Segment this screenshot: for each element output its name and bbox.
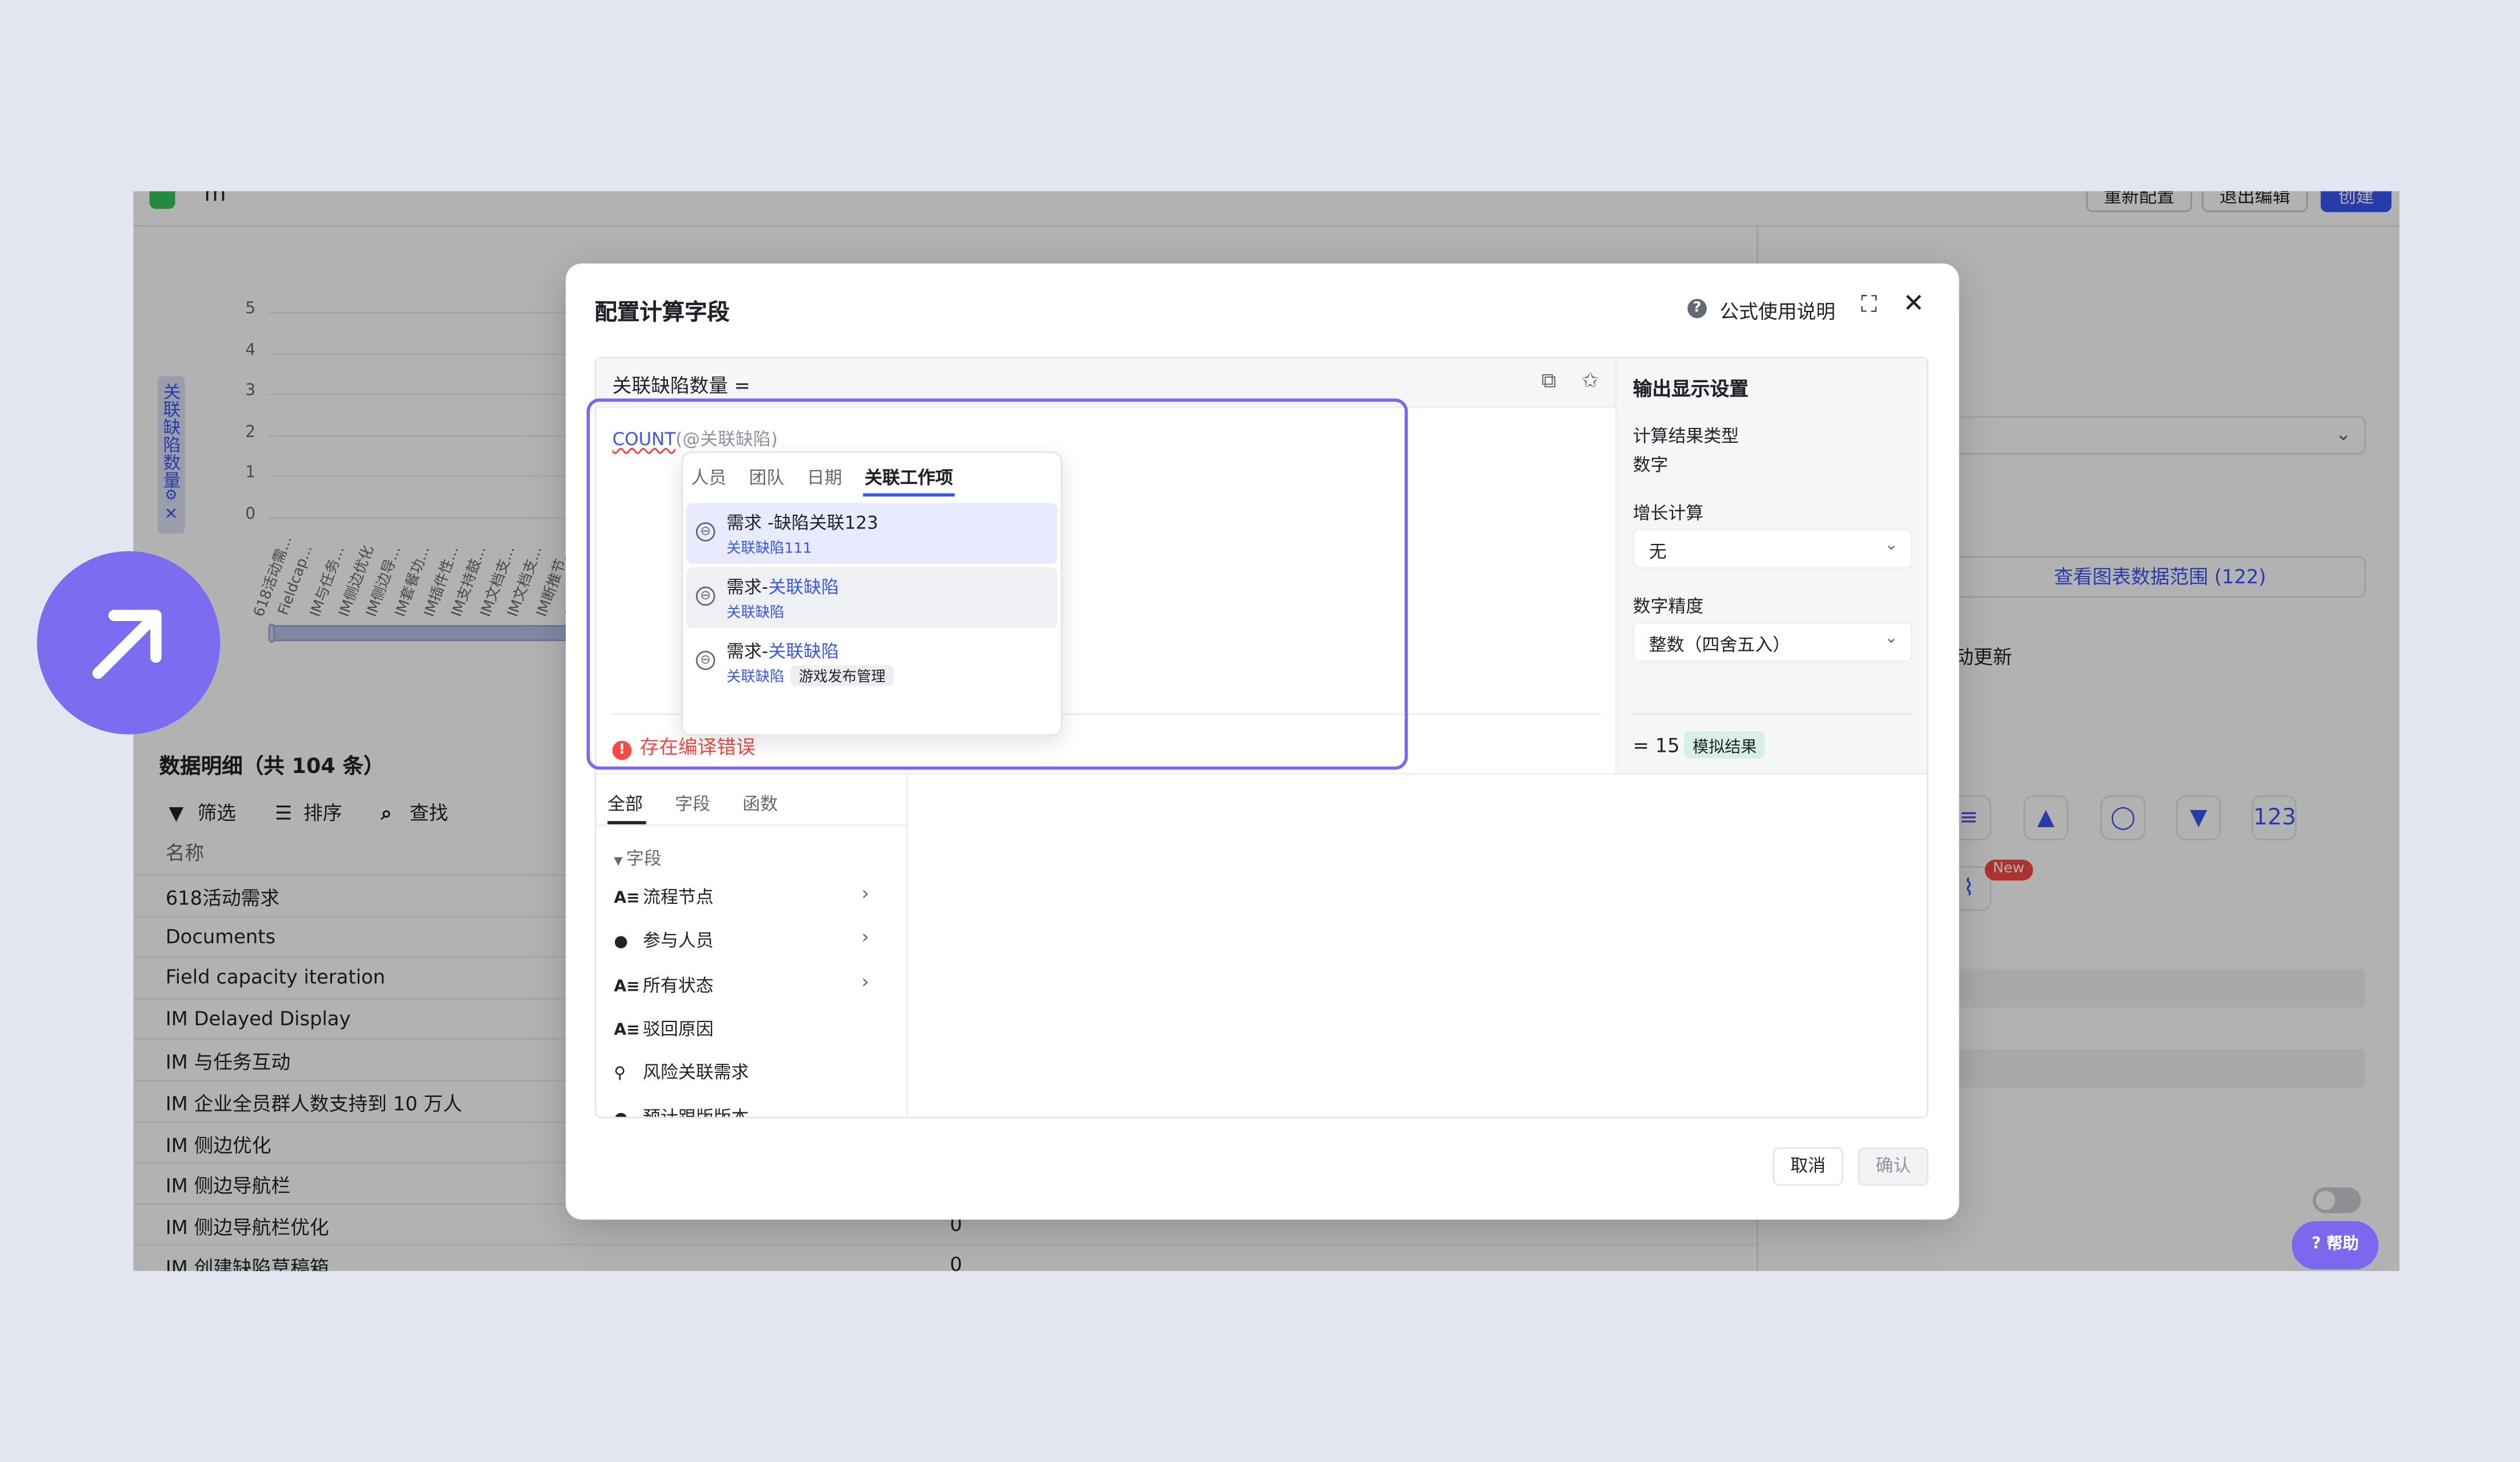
simulated-result: = 15 模拟结果 <box>1633 731 1765 759</box>
field-label: 预计跟版版本 <box>643 1106 749 1117</box>
field-label: 所有状态 <box>643 975 714 996</box>
person-icon: ● <box>614 934 628 952</box>
chevron-right-icon[interactable]: › <box>862 882 870 904</box>
growth-label: 增长计算 <box>1633 503 1704 524</box>
column-separator <box>906 774 909 1117</box>
cancel-button[interactable]: 取消 <box>1773 1147 1843 1186</box>
precision-select[interactable]: 整数（四舍五入） ⌄ <box>1633 622 1913 662</box>
field-item[interactable]: A≡ 所有状态 <box>614 971 713 997</box>
text-field-icon: A≡ <box>614 890 640 908</box>
result-type-label: 计算结果类型 <box>1633 426 1739 447</box>
person-icon: ● <box>614 1109 643 1117</box>
stage: m 重新配置 退出编辑 创建 关联缺陷数量 ⚙ ✕ 5 4 3 2 1 0 618活动需..… <box>0 0 2520 1462</box>
field-item[interactable]: A≡ 流程节点 <box>614 884 713 910</box>
field-item[interactable]: A≡ 驳回原因 <box>614 1015 713 1041</box>
field-item[interactable]: ●预计跟版版本 <box>614 1103 749 1117</box>
text-field-icon: A≡ <box>614 978 640 996</box>
field-label: 参与人员 <box>643 931 714 952</box>
close-icon[interactable]: ✕ <box>1903 287 1925 318</box>
result-type-value: 数字 <box>1633 454 1669 476</box>
chevron-right-icon[interactable]: › <box>862 970 870 992</box>
copy-icon[interactable]: ⧉ <box>1541 370 1556 394</box>
text-field-icon: A≡ <box>614 1022 640 1040</box>
chevron-down-icon: ⌄ <box>1884 630 1898 648</box>
focus-highlight <box>586 398 1408 770</box>
help-button[interactable]: ? 帮助 <box>2291 1221 2379 1269</box>
shortcut-arrow-button[interactable] <box>37 551 221 735</box>
confirm-button[interactable]: 确认 <box>1858 1147 1929 1186</box>
chevron-right-icon[interactable]: › <box>862 926 870 948</box>
link-field-icon: ⚲ <box>614 1066 626 1084</box>
magic-icon[interactable]: ✩ <box>1582 370 1599 394</box>
precision-label: 数字精度 <box>1633 596 1704 617</box>
field-item[interactable]: ● 参与人员 <box>614 928 713 954</box>
output-settings-title: 输出显示设置 <box>1633 377 1749 400</box>
chevron-down-icon: ⌄ <box>1884 536 1898 555</box>
growth-select[interactable]: 无 ⌄ <box>1633 528 1913 569</box>
field-item[interactable]: ⚲ 风险关联需求 <box>614 1059 749 1085</box>
formula-help-link[interactable]: 公式使用说明 <box>1719 297 1835 325</box>
field-label: 风险关联需求 <box>643 1062 749 1084</box>
field-label: 流程节点 <box>643 887 714 908</box>
help-icon[interactable]: ? <box>1687 299 1707 318</box>
field-label: 驳回原因 <box>643 1018 714 1040</box>
simulated-result-tag: 模拟结果 <box>1684 731 1765 759</box>
fullscreen-icon[interactable]: ⛶ <box>1861 293 1877 318</box>
question-icon: ? <box>2311 1235 2327 1253</box>
output-separator <box>1633 713 1913 715</box>
arrow-up-right-icon <box>92 610 162 679</box>
